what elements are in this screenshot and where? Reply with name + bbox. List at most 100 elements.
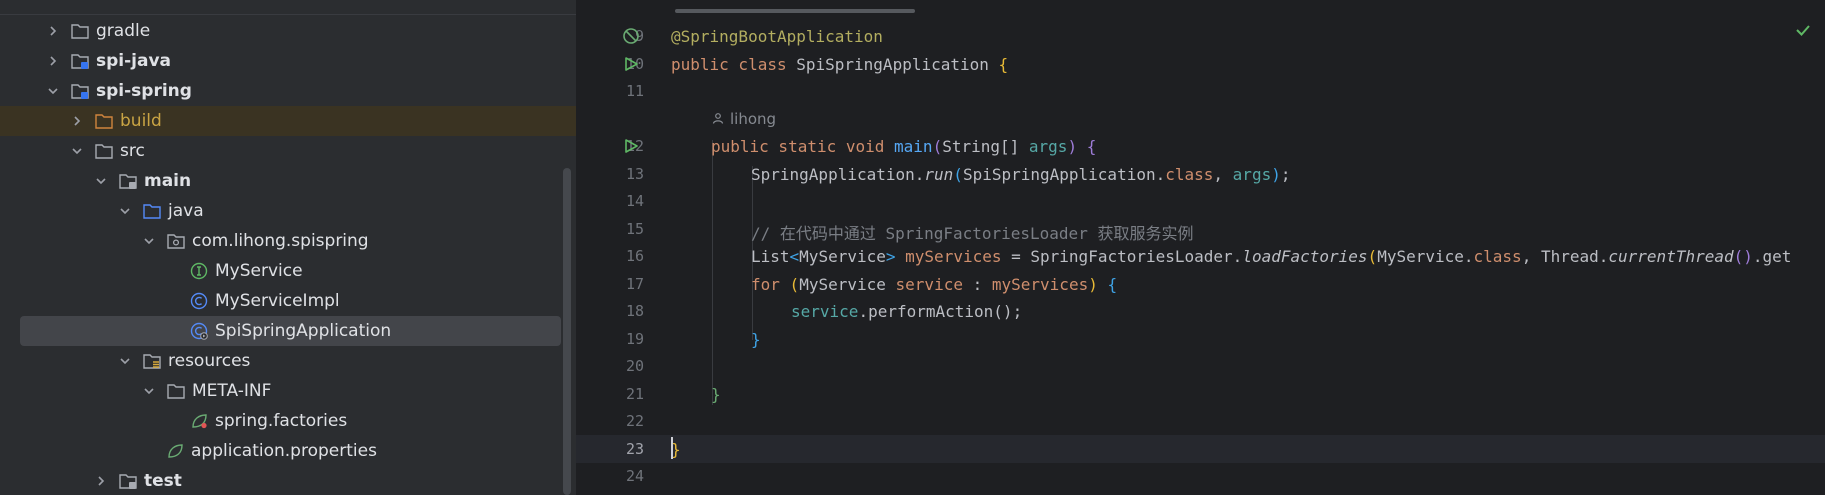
author-name: lihong [730,110,777,128]
tree-item-test[interactable]: test [0,466,576,495]
code-editor[interactable]: 9 10 11 12 13 14 15 16 17 18 19 20 21 22… [576,0,1825,495]
code-line-18: service.performAction(); [791,302,1022,321]
editor-horizontal-scrollbar[interactable] [675,9,915,13]
keyword: class [1165,165,1214,184]
tree-item-label: MyService [215,261,303,281]
toolbar-divider [0,14,576,15]
code-line-12: public static void main(String[] args) { [711,137,1097,156]
spring-file-icon [189,412,209,430]
chevron-down-icon[interactable] [142,384,156,398]
brace: { [998,55,1009,74]
tree-item-src[interactable]: src [0,136,576,166]
local-variable: service [895,275,963,294]
line-number: 17 [625,275,644,293]
tree-item-label: main [144,171,192,191]
tree-item-label: spi-java [96,51,172,71]
code-line-9: @SpringBootApplication [671,27,883,46]
spring-properties-icon [165,442,185,460]
inspection-ok-icon[interactable] [1793,20,1813,40]
tree-item-label: build [120,111,162,131]
tree-vertical-scrollbar[interactable] [563,168,571,495]
code-line-10: public class SpiSpringApplication { [671,55,1008,74]
static-method: run [924,165,954,184]
tree-item-label: resources [168,351,251,371]
line-number: 13 [625,165,644,183]
chevron-down-icon[interactable] [118,204,132,218]
folder-icon [166,382,186,400]
line-number-active: 23 [625,440,644,458]
folder-icon [94,142,114,160]
tree-item-package[interactable]: com.lihong.spispring [0,226,576,256]
chevron-down-icon[interactable] [46,84,60,98]
keyword: public class [671,55,787,74]
tree-item-myserviceimpl[interactable]: MyServiceImpl [0,286,576,316]
method-call: .performAction(); [858,302,1023,321]
chevron-right-icon[interactable] [46,54,60,68]
line-number: 22 [625,412,644,430]
tree-item-application-properties[interactable]: application.properties [0,436,576,466]
interface-icon [189,262,209,280]
type: MyService [799,275,886,294]
line-number: 11 [625,82,644,100]
run-icon[interactable] [621,54,641,74]
line-number: 20 [625,357,644,375]
tree-item-label: SpiSpringApplication [215,321,392,341]
method-name: main [894,137,933,156]
tree-item-myservice[interactable]: MyService [0,256,576,286]
text-caret [671,437,673,459]
tree-item-java[interactable]: java [0,196,576,226]
keyword: for [751,275,780,294]
author-hint[interactable]: lihong [712,110,776,128]
current-line-highlight [576,435,1825,463]
tree-item-meta-inf[interactable]: META-INF [0,376,576,406]
code-line-19: } [751,330,761,349]
run-icon[interactable] [621,136,641,156]
line-number: 19 [625,330,644,348]
tree-item-label: src [120,141,145,161]
class-ref: SpiSpringApplication. [962,165,1166,184]
chevron-down-icon[interactable] [70,144,84,158]
tree-item-main[interactable]: main [0,166,576,196]
type: MyService [799,247,886,266]
line-number: 18 [625,302,644,320]
spring-bean-icon[interactable] [621,26,641,46]
tree-item-label: spring.factories [215,411,348,431]
chevron-down-icon[interactable] [142,234,156,248]
tree-item-spring-factories[interactable]: spring.factories [0,406,576,436]
parameter: args [1028,137,1068,156]
tree-item-build[interactable]: build [0,106,576,136]
module-folder-icon [118,472,138,490]
tree-item-spi-spring[interactable]: spi-spring [0,76,576,106]
type: List [751,247,790,266]
tree-item-spispringapplication[interactable]: SpiSpringApplication [0,316,576,346]
line-number: 14 [625,192,644,210]
code-line-21: } [711,385,721,404]
class-ref: SpringFactoriesLoader. [1030,247,1243,266]
chevron-right-icon[interactable] [94,474,108,488]
static-method: currentThread [1608,247,1734,266]
tree-item-label: com.lihong.spispring [192,231,369,251]
chevron-down-icon[interactable] [94,174,108,188]
line-number: 15 [625,220,644,238]
annotation: @SpringBootApplication [671,27,883,46]
code-line-13: SpringApplication.run(SpiSpringApplicati… [751,165,1291,184]
keyword: public static void [711,137,885,156]
tree-item-gradle[interactable]: gradle [0,16,576,46]
folder-icon [70,22,90,40]
class-ref: Thread. [1540,247,1609,266]
tree-item-label: spi-spring [96,81,192,101]
chevron-right-icon[interactable] [46,24,60,38]
indent-guide [712,140,713,405]
tree-item-label: java [168,201,204,221]
chevron-down-icon[interactable] [118,354,132,368]
tree-item-label: application.properties [191,441,377,461]
excluded-folder-icon [94,112,114,130]
module-folder-icon [70,82,90,100]
tree-item-resources[interactable]: resources [0,346,576,376]
local-variable: service [791,302,859,321]
chevron-right-icon[interactable] [70,114,84,128]
package-icon [166,232,186,250]
person-icon [712,110,724,128]
class-ref: MyService. [1377,247,1474,266]
tree-item-spi-java[interactable]: spi-java [0,46,576,76]
